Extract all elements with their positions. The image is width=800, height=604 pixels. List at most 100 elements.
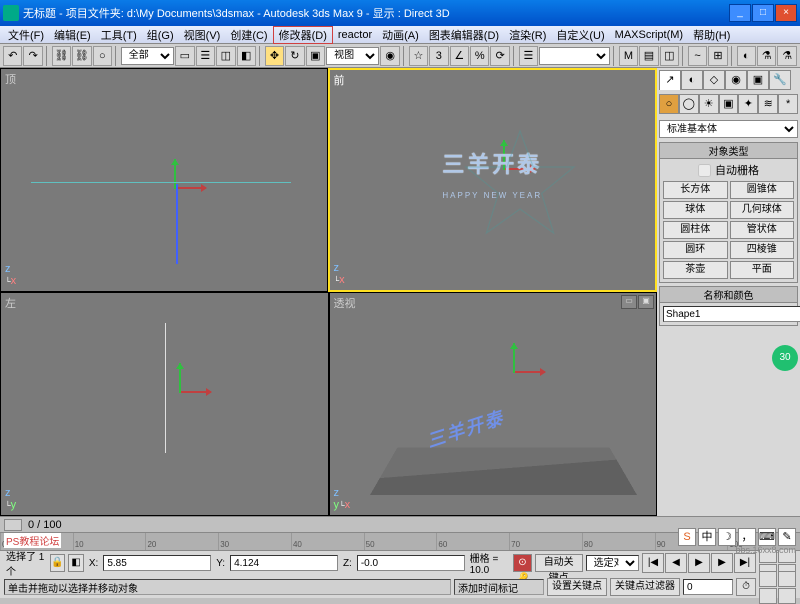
motion-tab[interactable]: ◉ xyxy=(725,70,747,90)
viewport-front[interactable]: 前 三羊开泰 HAPPY NEW YEAR z└x xyxy=(328,68,658,292)
autogrid-checkbox[interactable] xyxy=(698,164,711,177)
pyramid-button[interactable]: 四棱锥 xyxy=(730,241,795,259)
teapot-button[interactable]: 茶壶 xyxy=(663,261,728,279)
menu-animation[interactable]: 动画(A) xyxy=(377,27,424,43)
spinner-snap-button[interactable]: ⟳ xyxy=(490,46,509,66)
unlink-button[interactable]: ⛓ xyxy=(72,46,91,66)
menu-group[interactable]: 组(G) xyxy=(142,27,179,43)
maximize-vp-button[interactable] xyxy=(778,588,796,604)
menu-custom[interactable]: 自定义(U) xyxy=(551,27,609,43)
play-button[interactable]: ▶ xyxy=(688,553,710,573)
lights-subtab[interactable]: ☀ xyxy=(699,94,719,114)
modify-tab[interactable]: ◐ xyxy=(681,70,703,90)
render-scene-button[interactable]: ⚗ xyxy=(757,46,776,66)
vp-smooth-button[interactable]: ▭ xyxy=(621,295,637,309)
menu-graph[interactable]: 图表编辑器(D) xyxy=(424,27,504,43)
align-button[interactable]: ▤ xyxy=(639,46,658,66)
object-type-rollout[interactable]: 对象类型 xyxy=(660,143,797,159)
systems-subtab[interactable]: * xyxy=(778,94,798,114)
hierarchy-tab[interactable]: ◇ xyxy=(703,70,725,90)
refcoord-combo[interactable]: 视图 xyxy=(326,47,379,65)
menu-render[interactable]: 渲染(R) xyxy=(504,27,551,43)
space-warps-subtab[interactable]: ≋ xyxy=(758,94,778,114)
fov-button[interactable] xyxy=(759,588,777,604)
shapes-subtab[interactable]: ◯ xyxy=(679,94,699,114)
cylinder-button[interactable]: 圆柱体 xyxy=(663,221,728,239)
select-name-button[interactable]: ☰ xyxy=(196,46,215,66)
display-tab[interactable]: ▣ xyxy=(747,70,769,90)
menu-modifiers[interactable]: 修改器(D) xyxy=(273,26,333,44)
create-tab[interactable]: ↗ xyxy=(659,70,681,90)
geometry-subtab[interactable]: ○ xyxy=(659,94,679,114)
torus-button[interactable]: 圆环 xyxy=(663,241,728,259)
menu-help[interactable]: 帮助(H) xyxy=(688,27,735,43)
time-config-button[interactable]: ⏱ xyxy=(736,578,756,596)
minimize-button[interactable]: _ xyxy=(729,4,751,22)
curve-editor-button[interactable]: ~ xyxy=(688,46,707,66)
pan-button[interactable] xyxy=(759,571,777,587)
ime-settings-icon[interactable]: ✎ xyxy=(778,528,796,546)
menu-edit[interactable]: 编辑(E) xyxy=(49,27,96,43)
scale-button[interactable]: ▣ xyxy=(306,46,325,66)
box-button[interactable]: 长方体 xyxy=(663,181,728,199)
cone-button[interactable]: 圆锥体 xyxy=(730,181,795,199)
autokey-button[interactable]: 自动关键点 xyxy=(535,554,583,572)
viewport-top[interactable]: 顶 z└x xyxy=(0,68,328,292)
named-selection-combo[interactable] xyxy=(539,47,610,65)
vp-max-button[interactable]: ▣ xyxy=(638,295,654,309)
goto-start-button[interactable]: |◀ xyxy=(642,553,664,573)
ime-keyboard-icon[interactable]: ⌨ xyxy=(758,528,776,546)
prev-frame-button[interactable]: ◀ xyxy=(665,553,687,573)
undo-button[interactable]: ↶ xyxy=(3,46,22,66)
goto-end-button[interactable]: ▶| xyxy=(734,553,756,573)
manipulate-button[interactable]: ☆ xyxy=(409,46,428,66)
menu-maxscript[interactable]: MAXScript(M) xyxy=(610,29,688,41)
rotate-button[interactable]: ↻ xyxy=(285,46,304,66)
object-name-input[interactable] xyxy=(663,306,800,322)
setkey-button[interactable]: 设置关键点 xyxy=(547,578,607,596)
time-slider-handle[interactable] xyxy=(4,519,22,531)
tube-button[interactable]: 管状体 xyxy=(730,221,795,239)
next-frame-button[interactable]: ▶ xyxy=(711,553,733,573)
close-button[interactable]: × xyxy=(775,4,797,22)
select-region-button[interactable]: ◫ xyxy=(216,46,235,66)
named-sets-button[interactable]: ☰ xyxy=(519,46,538,66)
menu-tools[interactable]: 工具(T) xyxy=(96,27,142,43)
helpers-subtab[interactable]: ✦ xyxy=(738,94,758,114)
y-coord-input[interactable] xyxy=(230,555,338,571)
ime-punct-icon[interactable]: ， xyxy=(738,528,756,546)
geosphere-button[interactable]: 几何球体 xyxy=(730,201,795,219)
ime-moon-icon[interactable]: ☽ xyxy=(718,528,736,546)
link-button[interactable]: ⛓ xyxy=(52,46,71,66)
menu-reactor[interactable]: reactor xyxy=(333,29,377,41)
lock-selection-button[interactable]: 🔒 xyxy=(50,554,66,572)
sphere-button[interactable]: 球体 xyxy=(663,201,728,219)
autokey-toggle-button[interactable]: ⊙🔑 xyxy=(513,554,532,572)
move-button[interactable]: ✥ xyxy=(265,46,284,66)
bind-button[interactable]: ○ xyxy=(93,46,112,66)
cameras-subtab[interactable]: ▣ xyxy=(719,94,739,114)
name-color-rollout[interactable]: 名称和颜色 xyxy=(660,287,797,303)
menu-views[interactable]: 视图(V) xyxy=(179,27,226,43)
keymode-combo[interactable]: 选定对象 xyxy=(586,555,639,571)
time-tag-field[interactable]: 添加时间标记 xyxy=(454,579,544,595)
snap-button[interactable]: 3 xyxy=(429,46,448,66)
window-crossing-button[interactable]: ◧ xyxy=(237,46,256,66)
menu-file[interactable]: 文件(F) xyxy=(3,27,49,43)
schematic-button[interactable]: ⊞ xyxy=(708,46,727,66)
viewport-perspective[interactable]: 透视 ▭▣ 三羊开泰 zy└x xyxy=(329,292,658,516)
ime-lang-icon[interactable]: 中 xyxy=(698,528,716,546)
utilities-tab[interactable]: 🔧 xyxy=(769,70,791,90)
material-button[interactable]: ◐ xyxy=(737,46,756,66)
percent-snap-button[interactable]: % xyxy=(470,46,489,66)
z-coord-input[interactable] xyxy=(357,555,465,571)
primitive-type-combo[interactable]: 标准基本体 xyxy=(659,120,798,138)
menu-create[interactable]: 创建(C) xyxy=(225,27,272,43)
layer-button[interactable]: ◫ xyxy=(660,46,679,66)
quick-render-button[interactable]: ⚗ xyxy=(777,46,796,66)
viewport-left[interactable]: 左 z└y xyxy=(0,292,329,516)
current-frame-input[interactable] xyxy=(683,579,733,595)
select-button[interactable]: ▭ xyxy=(175,46,194,66)
abs-rel-button[interactable]: ◧ xyxy=(68,554,84,572)
plane-button[interactable]: 平面 xyxy=(730,261,795,279)
